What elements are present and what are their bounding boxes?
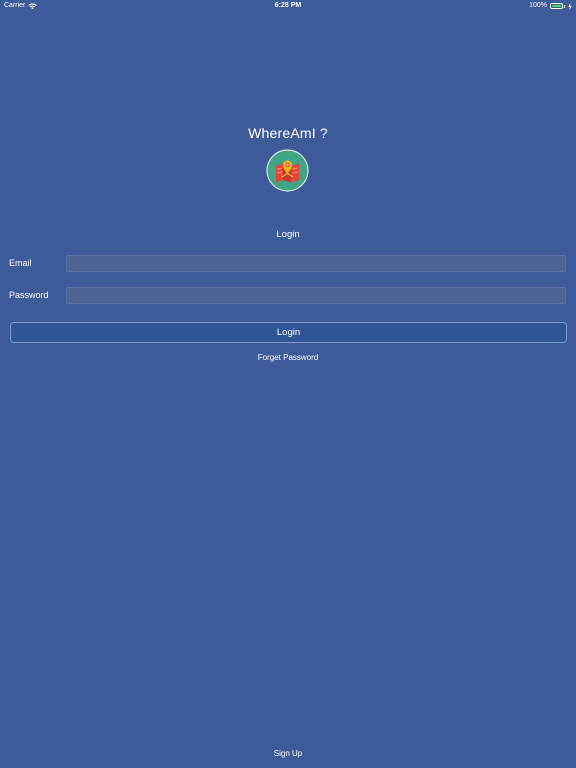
sign-up-link[interactable]: Sign Up (0, 749, 576, 758)
charging-bolt-icon (568, 2, 572, 10)
app-logo-map-pin-icon (266, 149, 309, 192)
email-field[interactable] (66, 255, 566, 272)
status-time: 6:28 PM (274, 2, 302, 9)
email-label: Email (9, 258, 32, 268)
battery-percent: 100% (529, 2, 547, 9)
app-title: WhereAmI ? (248, 125, 328, 141)
forget-password-link[interactable]: Forget Password (0, 353, 576, 362)
password-label: Password (9, 290, 49, 300)
status-right: 100% (529, 0, 572, 12)
login-section-title: Login (276, 229, 300, 240)
battery-icon (550, 3, 563, 9)
battery-tip (564, 4, 565, 8)
battery-fill (552, 5, 561, 7)
status-bar: Carrier 6:28 PM 100% (0, 0, 576, 12)
password-field[interactable] (66, 287, 566, 304)
login-button[interactable]: Login (10, 322, 567, 343)
